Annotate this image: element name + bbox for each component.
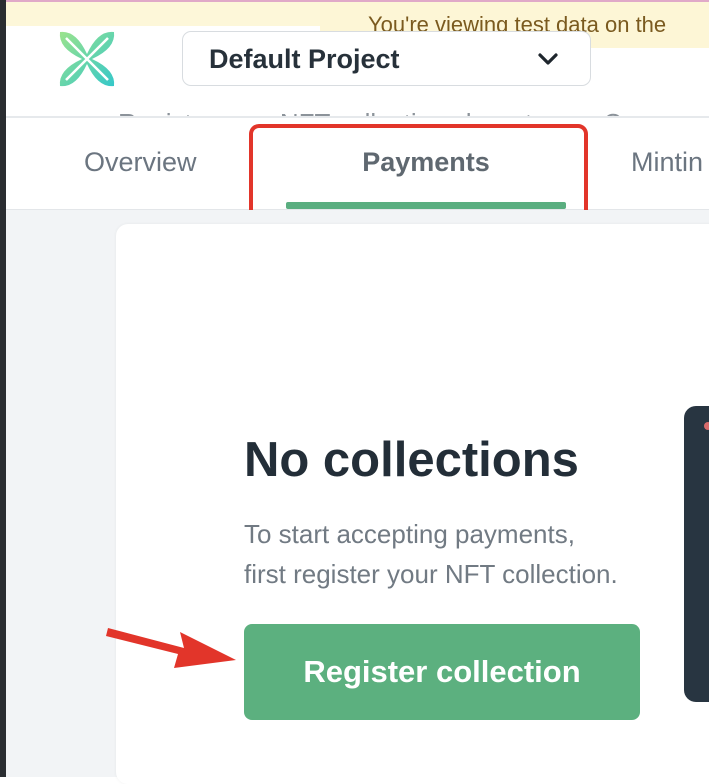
empty-state-description-line: first register your NFT collection. [244, 559, 618, 589]
chevron-down-icon [538, 53, 558, 65]
empty-state-description-line: To start accepting payments, [244, 519, 575, 549]
overlay-panel [684, 406, 709, 702]
annotation-arrow-icon [106, 628, 236, 668]
tab-overview[interactable]: Overview [84, 118, 197, 209]
project-selector[interactable]: Default Project [182, 31, 591, 86]
window-close-dot[interactable] [704, 422, 709, 430]
register-collection-button[interactable]: Register collection [244, 624, 640, 720]
brand-logo-icon[interactable] [54, 26, 120, 92]
empty-state-title: No collections [244, 433, 579, 487]
empty-state-description: To start accepting payments, first regis… [244, 514, 618, 594]
tab-minting[interactable]: Mintin [631, 118, 703, 209]
project-name: Default Project [209, 44, 400, 74]
